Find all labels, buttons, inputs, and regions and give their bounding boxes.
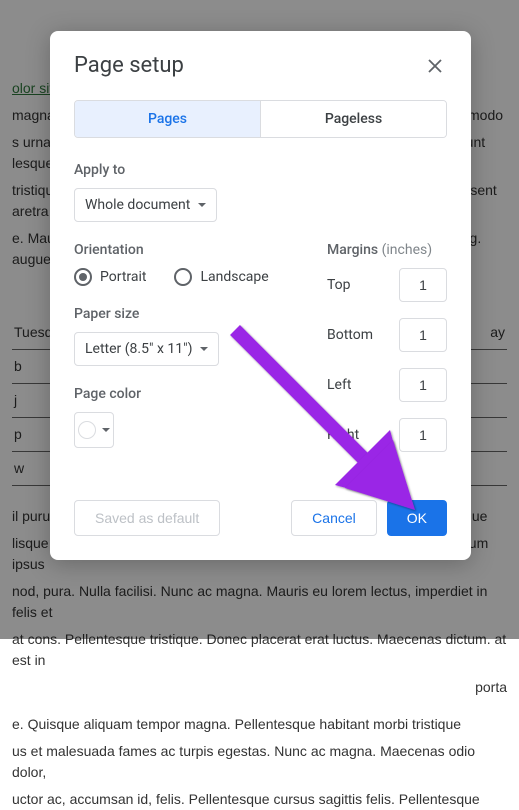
- chevron-down-icon: [198, 203, 206, 207]
- radio-unchecked-icon: [174, 268, 192, 286]
- chevron-down-icon: [102, 428, 110, 432]
- margin-top-input[interactable]: [399, 268, 447, 302]
- paper-size-select[interactable]: Letter (8.5" x 11"): [74, 332, 219, 366]
- orientation-portrait-radio[interactable]: Portrait: [74, 268, 146, 286]
- close-icon[interactable]: [423, 54, 447, 78]
- margin-left-input[interactable]: [399, 368, 447, 402]
- paper-size-label: Paper size: [74, 306, 303, 322]
- margin-bottom-label: Bottom: [327, 327, 373, 343]
- margin-right-input[interactable]: [399, 418, 447, 452]
- dialog-title: Page setup: [74, 53, 184, 78]
- color-swatch-icon: [78, 421, 96, 439]
- margin-left-label: Left: [327, 377, 351, 393]
- orientation-label: Orientation: [74, 242, 303, 258]
- margin-bottom-input[interactable]: [399, 318, 447, 352]
- margin-right-label: Right: [327, 427, 359, 443]
- orientation-landscape-radio[interactable]: Landscape: [174, 268, 268, 286]
- page-color-label: Page color: [74, 386, 303, 402]
- chevron-down-icon: [200, 347, 208, 351]
- tab-pageless[interactable]: Pageless: [261, 101, 446, 137]
- apply-to-label: Apply to: [74, 162, 447, 178]
- tab-pages[interactable]: Pages: [75, 101, 261, 137]
- apply-to-select[interactable]: Whole document: [74, 188, 217, 222]
- margin-top-label: Top: [327, 277, 351, 293]
- ok-button[interactable]: OK: [387, 500, 447, 536]
- cancel-button[interactable]: Cancel: [291, 500, 377, 536]
- page-setup-dialog: Page setup Pages Pageless Apply to Whole…: [50, 31, 471, 560]
- page-color-select[interactable]: [74, 412, 114, 448]
- margins-label: Margins (inches): [327, 242, 447, 258]
- tabs: Pages Pageless: [74, 100, 447, 138]
- saved-as-default-button[interactable]: Saved as default: [74, 500, 220, 536]
- radio-checked-icon: [74, 268, 92, 286]
